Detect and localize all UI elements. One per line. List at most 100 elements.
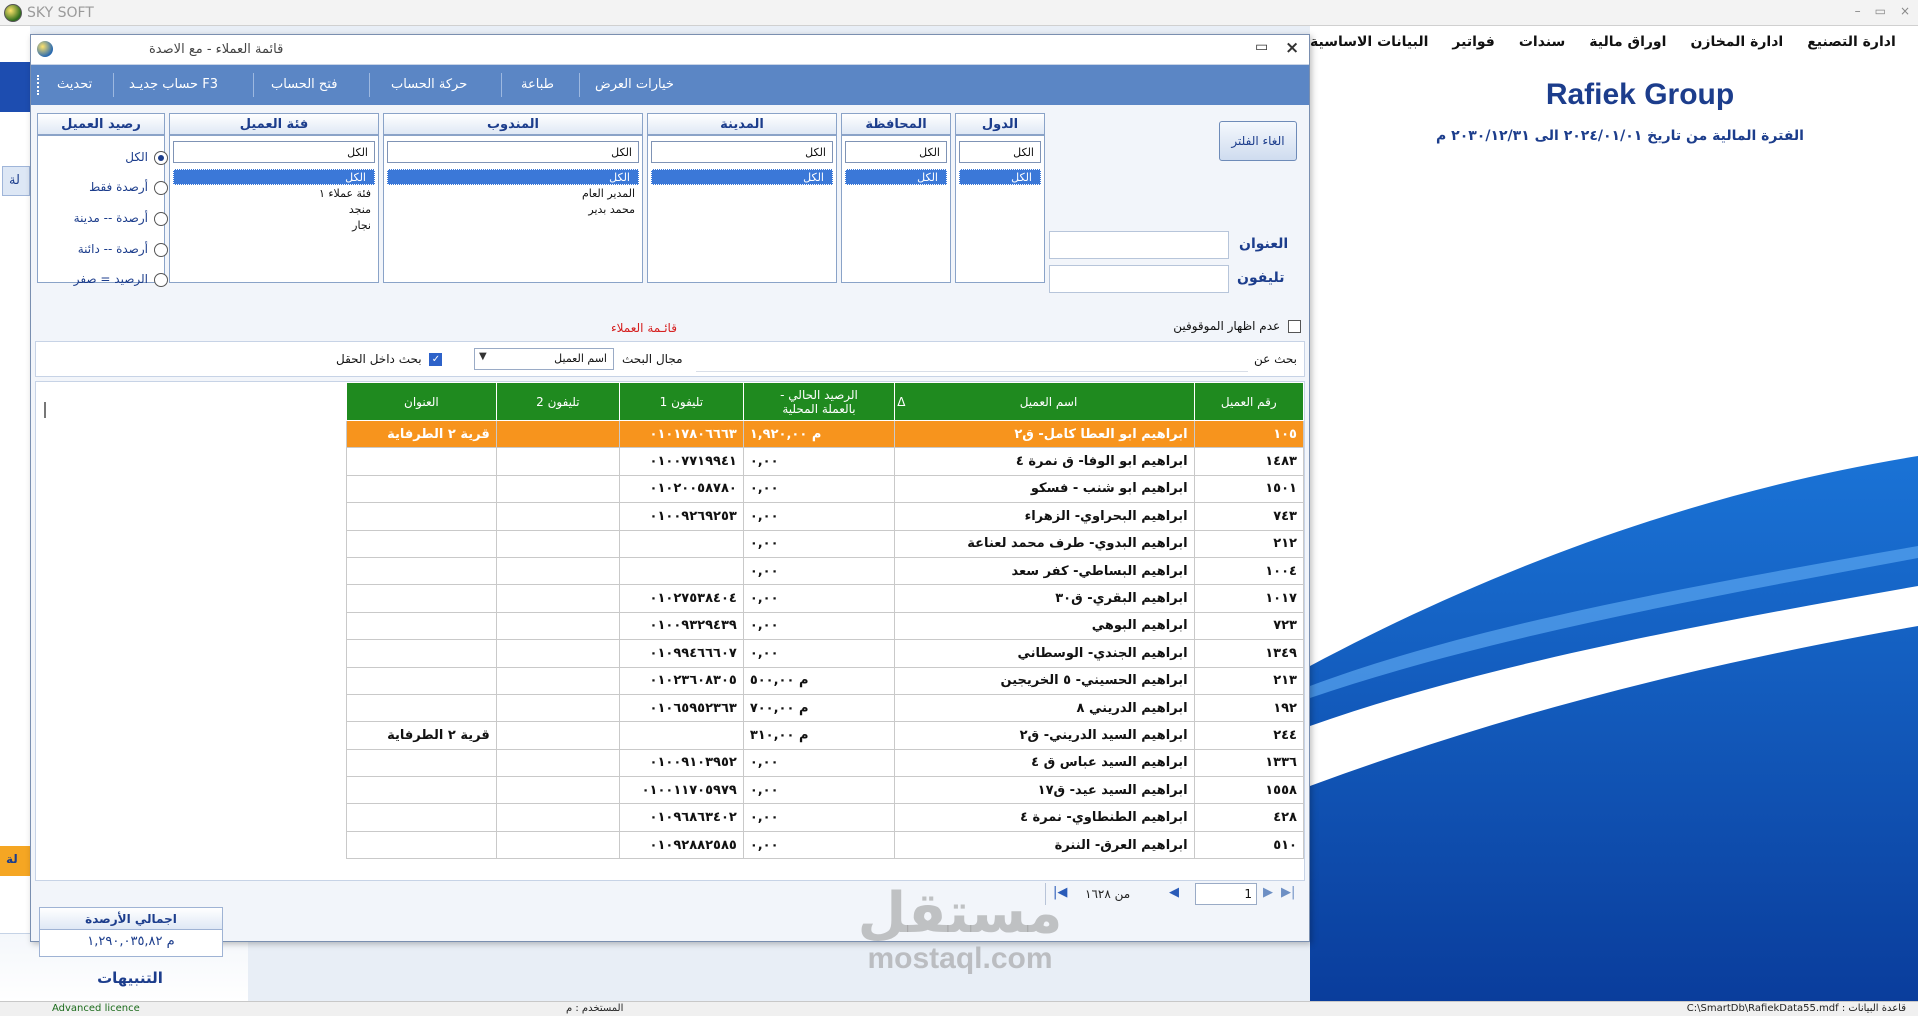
- balance-cell[interactable]: ٠,٠٠: [742, 639, 896, 668]
- phone1-cell[interactable]: [618, 556, 744, 586]
- radio-icon[interactable]: [154, 211, 168, 226]
- menu-basic-data[interactable]: البيانات الاساسية: [1310, 34, 1428, 60]
- table-row[interactable]: ٢١٣ ابراهيم الحسيني- ٥ الخريجين م ٥٠٠,٠٠ ٠١…: [346, 666, 1304, 695]
- sort-icon[interactable]: Δ: [897, 395, 905, 409]
- customer-no-cell[interactable]: ١٣٤٩: [1193, 639, 1304, 668]
- table-row[interactable]: ١٥٠١ ابراهيم ابو شنب - فسكو ٠,٠٠ ٠١٠٢٠٠٥٨٧٨…: [346, 474, 1304, 504]
- phone-input[interactable]: [1049, 265, 1229, 293]
- phone1-cell[interactable]: ٠١٠٠١١٧٠٥٩٧٩: [618, 776, 744, 805]
- customer-no-cell[interactable]: ١٠٠٤: [1193, 556, 1304, 586]
- menu-manufacturing[interactable]: ادارة التصنيع: [1807, 34, 1896, 60]
- col-phone1[interactable]: تليفون 1: [618, 382, 744, 421]
- address-cell[interactable]: [346, 748, 497, 778]
- col-balance[interactable]: الرصيد الحالي - بالعملة المحلية: [742, 382, 896, 421]
- balance-cell[interactable]: م ٥٠٠,٠٠: [742, 666, 896, 695]
- phone2-cell[interactable]: [495, 584, 620, 613]
- rep-list-selected[interactable]: الكل: [387, 169, 639, 185]
- search-inside-field-checkbox[interactable]: ✓ بحث داخل الحقل: [336, 352, 443, 366]
- address-cell[interactable]: [346, 556, 497, 586]
- table-row[interactable]: ١٠١٧ ابراهيم البقري- ق٣٠ ٠,٠٠ ٠١٠٢٧٥٣٨٤٠٤: [346, 584, 1304, 613]
- prev-page-icon[interactable]: ◀: [1169, 885, 1179, 900]
- balance-cell[interactable]: ٠,٠٠: [742, 447, 896, 476]
- phone1-cell[interactable]: ٠١٠١٧٨٠٦٦٦٣: [618, 419, 744, 449]
- table-row[interactable]: ٧٤٣ ابراهيم البحراوي- الزهراء ٠,٠٠ ٠١٠٠٩٢٦٩…: [346, 502, 1304, 531]
- balance-cell[interactable]: م ٧٠٠,٠٠: [742, 693, 896, 723]
- table-row[interactable]: ١٩٢ ابراهيم الدريني ٨م ٧٠٠,٠٠ ٠١٠٦٥٩٥٢٣٦٣: [346, 693, 1304, 723]
- category-filter-input[interactable]: الكل: [173, 141, 375, 163]
- balance-option-all[interactable]: الكل: [44, 150, 168, 170]
- phone2-cell[interactable]: [495, 666, 620, 695]
- customer-name-cell[interactable]: ابراهيم السيد عيد- ق١٧: [894, 776, 1195, 805]
- balance-option-balances[interactable]: أرصدة فقط: [44, 180, 168, 200]
- customer-no-cell[interactable]: ٧٢٣: [1193, 611, 1304, 641]
- address-cell[interactable]: [346, 776, 497, 805]
- balance-cell[interactable]: ٠,٠٠: [742, 611, 896, 641]
- balance-cell[interactable]: م ١,٩٢٠,٠٠: [742, 419, 896, 449]
- clear-filter-button[interactable]: الغاء الفلتر: [1219, 121, 1297, 161]
- phone1-cell[interactable]: [618, 721, 744, 750]
- customer-no-cell[interactable]: ٧٤٣: [1193, 502, 1304, 531]
- phone2-cell[interactable]: [495, 502, 620, 531]
- minimize-icon[interactable]: –: [1855, 4, 1861, 18]
- next-page-icon[interactable]: ▶: [1263, 885, 1273, 900]
- rep-filter-input[interactable]: الكل: [387, 141, 639, 163]
- table-row[interactable]: ١٤٨٣ ابراهيم ابو الوفا- ق نمرة ٤ ٠,٠٠ ٠١٠٠٧…: [346, 447, 1304, 476]
- new-account-button[interactable]: حساب جديـد F3: [129, 77, 218, 92]
- phone2-cell[interactable]: [495, 611, 620, 641]
- address-cell[interactable]: [346, 502, 497, 531]
- customer-name-cell[interactable]: ابراهيم البقري- ق٣٠: [894, 584, 1195, 613]
- address-cell[interactable]: قرية ٢ الطرفاية: [346, 721, 497, 750]
- hide-stopped-checkbox[interactable]: عدم اظهار الموقوفين: [1151, 319, 1301, 337]
- phone1-cell[interactable]: ٠١٠٢٣٦٠٨٣٠٥: [618, 666, 744, 695]
- phone2-cell[interactable]: [495, 721, 620, 750]
- balance-cell[interactable]: ٠,٠٠: [742, 529, 896, 558]
- menu-warehouses[interactable]: ادارة المخازن: [1690, 34, 1783, 60]
- customer-name-cell[interactable]: ابراهيم البوهي: [894, 611, 1195, 641]
- search-field-select[interactable]: ▼ اسم العميل: [474, 348, 614, 370]
- alerts-button[interactable]: التنبيهات: [60, 962, 200, 994]
- balance-cell[interactable]: ٠,٠٠: [742, 584, 896, 613]
- customer-name-cell[interactable]: ابراهيم السيد عباس ق ٤: [894, 748, 1195, 778]
- phone1-cell[interactable]: ٠١٠٢٧٥٣٨٤٠٤: [618, 584, 744, 613]
- customer-no-cell[interactable]: ١٠١٧: [1193, 584, 1304, 613]
- customer-name-cell[interactable]: ابراهيم البدوي- طرف محمد لعناعة: [894, 529, 1195, 558]
- balance-option-credit[interactable]: أرصدة -- دائنة: [44, 242, 168, 262]
- rep-list-item[interactable]: محمد بدير: [387, 203, 639, 219]
- refresh-button[interactable]: تحديث: [57, 77, 92, 92]
- balance-cell[interactable]: ٠,٠٠: [742, 502, 896, 531]
- customer-no-cell[interactable]: ١٠٥: [1193, 419, 1304, 449]
- col-phone2[interactable]: تليفون 2: [495, 382, 620, 421]
- city-filter-input[interactable]: الكل: [651, 141, 833, 163]
- radio-icon[interactable]: [154, 242, 168, 257]
- table-row[interactable]: ١٠٥ ابراهيم ابو العطا كامل- ق٢ م ١,٩٢٠,٠٠ ٠…: [346, 419, 1304, 449]
- address-cell[interactable]: [346, 529, 497, 558]
- table-row[interactable]: ١٠٠٤ ابراهيم البساطي- كفر سعد ٠,٠٠: [346, 556, 1304, 586]
- table-row[interactable]: ٢٤٤ ابراهيم السيد الدريني- ق٢ م ٣١٠,٠٠ قرية…: [346, 721, 1304, 750]
- governorate-list-selected[interactable]: الكل: [845, 169, 947, 185]
- table-row[interactable]: ١٣٣٦ ابراهيم السيد عباس ق ٤ ٠,٠٠ ٠١٠٠٩١٠٣٩٥…: [346, 748, 1304, 778]
- customer-name-cell[interactable]: ابراهيم البساطي- كفر سعد: [894, 556, 1195, 586]
- balance-cell[interactable]: ٠,٠٠: [742, 556, 896, 586]
- customer-no-cell[interactable]: ١٥٠١: [1193, 474, 1304, 504]
- balance-cell[interactable]: ٠,٠٠: [742, 803, 896, 832]
- address-cell[interactable]: [346, 666, 497, 695]
- address-cell[interactable]: [346, 693, 497, 723]
- table-row[interactable]: ١٣٤٩ ابراهيم الجندي- الوسطاني ٠,٠٠ ٠١٠٩٩٤٦٦…: [346, 639, 1304, 668]
- radio-icon[interactable]: [154, 180, 168, 195]
- address-cell[interactable]: قرية ٢ الطرفاية: [346, 419, 497, 449]
- phone1-cell[interactable]: ٠١٠٠٩٣٢٩٤٣٩: [618, 611, 744, 641]
- table-row[interactable]: ٤٢٨ ابراهيم الطنطاوي- نمرة ٤ ٠,٠٠ ٠١٠٩٦٨٦٣٤…: [346, 803, 1304, 832]
- phone2-cell[interactable]: [495, 693, 620, 723]
- chevron-down-icon[interactable]: ▼: [479, 351, 487, 362]
- phone1-cell[interactable]: ٠١٠٠٩٢٦٩٢٥٣: [618, 502, 744, 531]
- menu-vouchers[interactable]: سندات: [1519, 34, 1565, 60]
- customer-name-cell[interactable]: ابراهيم الحسيني- ٥ الخريجين: [894, 666, 1195, 695]
- close-icon[interactable]: ×: [1900, 4, 1910, 18]
- country-list-selected[interactable]: الكل: [959, 169, 1041, 185]
- category-list-item[interactable]: نجار: [173, 219, 375, 235]
- col-customer-no[interactable]: رقم العميل: [1193, 382, 1304, 421]
- open-account-button[interactable]: فتح الحساب: [271, 77, 337, 92]
- display-options-button[interactable]: خيارات العرض: [595, 77, 674, 92]
- customer-name-cell[interactable]: ابراهيم السيد الدريني- ق٢: [894, 721, 1195, 750]
- customer-name-cell[interactable]: ابراهيم البحراوي- الزهراء: [894, 502, 1195, 531]
